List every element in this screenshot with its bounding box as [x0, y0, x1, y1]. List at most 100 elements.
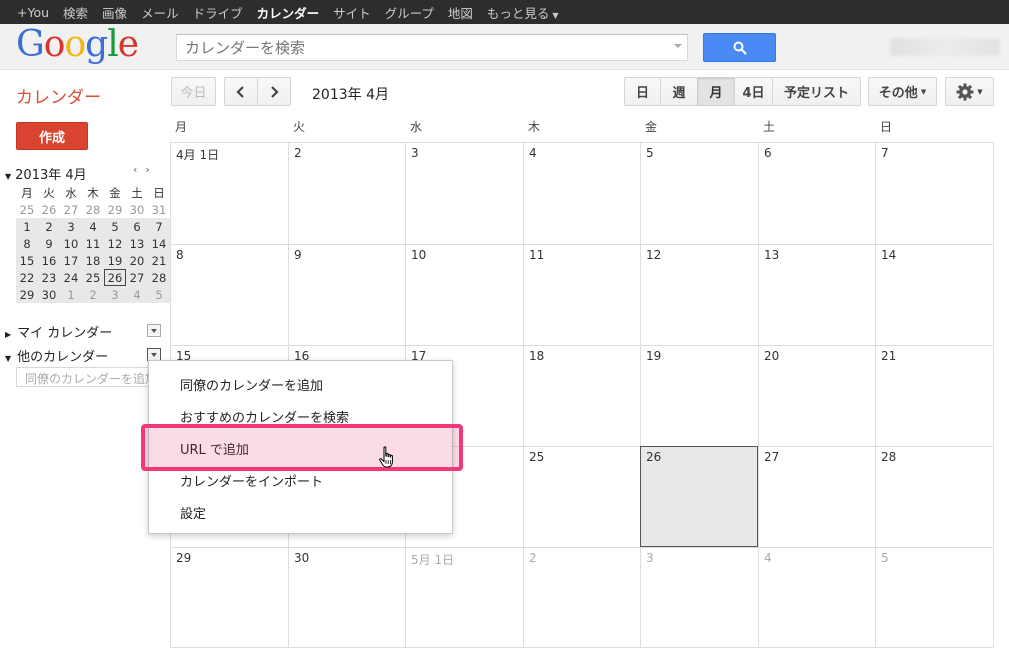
- mini-day[interactable]: 13: [126, 235, 148, 252]
- day-cell[interactable]: 10: [405, 244, 523, 345]
- view-agenda-button[interactable]: 予定リスト: [772, 77, 861, 106]
- day-cell[interactable]: 19: [640, 345, 758, 446]
- topbar-item-mail[interactable]: メール: [141, 3, 179, 22]
- topbar-item-you[interactable]: +You: [17, 5, 49, 20]
- day-cell[interactable]: 3: [640, 547, 758, 648]
- mini-day[interactable]: 21: [148, 252, 170, 269]
- day-cell[interactable]: 14: [875, 244, 994, 345]
- mini-next-icon[interactable]: ›: [145, 163, 157, 176]
- search-button[interactable]: [703, 33, 776, 62]
- my-calendars-options-button[interactable]: [147, 324, 161, 337]
- topbar-item-search[interactable]: 検索: [63, 3, 88, 22]
- day-cell[interactable]: 8: [170, 244, 288, 345]
- topbar-item-groups[interactable]: グループ: [385, 3, 434, 22]
- day-cell[interactable]: 4: [758, 547, 875, 648]
- mini-day[interactable]: 2: [38, 218, 60, 235]
- search-options-dropdown-icon[interactable]: [674, 44, 682, 48]
- day-cell[interactable]: 4: [523, 142, 640, 244]
- mini-day[interactable]: 4: [82, 218, 104, 235]
- view-week-button[interactable]: 週: [660, 77, 698, 106]
- mini-day[interactable]: 12: [104, 235, 126, 252]
- mini-day[interactable]: 30: [126, 201, 148, 218]
- next-button[interactable]: [257, 77, 291, 106]
- mini-day[interactable]: 31: [148, 201, 170, 218]
- mini-day[interactable]: 20: [126, 252, 148, 269]
- mini-day[interactable]: 6: [126, 218, 148, 235]
- day-cell[interactable]: 28: [875, 446, 994, 547]
- day-cell[interactable]: 6: [758, 142, 875, 244]
- mini-day[interactable]: 17: [60, 252, 82, 269]
- mini-day[interactable]: 5: [104, 218, 126, 235]
- mini-day[interactable]: 23: [38, 269, 60, 286]
- mini-calendar-title[interactable]: ▼ 2013年 4月: [5, 164, 87, 183]
- mini-day[interactable]: 25: [16, 201, 38, 218]
- mini-prev-icon[interactable]: ‹: [133, 163, 145, 176]
- day-cell[interactable]: 13: [758, 244, 875, 345]
- day-cell[interactable]: 7: [875, 142, 994, 244]
- other-calendars-header[interactable]: ▼ 他のカレンダー: [5, 346, 108, 365]
- account-name-blurred[interactable]: [890, 38, 1000, 56]
- day-cell[interactable]: 21: [875, 345, 994, 446]
- mini-day[interactable]: 22: [16, 269, 38, 286]
- mini-day[interactable]: 26: [38, 201, 60, 218]
- day-cell-today[interactable]: 26: [640, 446, 758, 547]
- mini-day[interactable]: 14: [148, 235, 170, 252]
- day-cell[interactable]: 30: [288, 547, 405, 648]
- mini-day[interactable]: 8: [16, 235, 38, 252]
- add-coworker-calendar-input[interactable]: 同僚のカレンダーを追加: [16, 367, 164, 387]
- topbar-item-more[interactable]: もっと見る ▼: [487, 3, 559, 22]
- day-cell[interactable]: 11: [523, 244, 640, 345]
- my-calendars-header[interactable]: ▶ マイ カレンダー: [5, 322, 112, 341]
- topbar-item-calendar[interactable]: カレンダー: [257, 3, 320, 22]
- day-cell[interactable]: 3: [405, 142, 523, 244]
- mini-day[interactable]: 24: [60, 269, 82, 286]
- view-month-button[interactable]: 月: [697, 77, 735, 106]
- day-cell[interactable]: 2: [523, 547, 640, 648]
- mini-day[interactable]: 3: [104, 286, 126, 303]
- day-cell[interactable]: 5月 1日: [405, 547, 523, 648]
- mini-day[interactable]: 1: [16, 218, 38, 235]
- day-cell[interactable]: 2: [288, 142, 405, 244]
- mini-day[interactable]: 4: [126, 286, 148, 303]
- topbar-item-images[interactable]: 画像: [102, 3, 127, 22]
- mini-day[interactable]: 7: [148, 218, 170, 235]
- mini-day[interactable]: 10: [60, 235, 82, 252]
- mini-day[interactable]: 28: [82, 201, 104, 218]
- topbar-item-drive[interactable]: ドライブ: [193, 3, 243, 22]
- mini-day[interactable]: 25: [82, 269, 104, 286]
- google-logo[interactable]: Google: [16, 24, 139, 65]
- mini-day[interactable]: 27: [60, 201, 82, 218]
- menu-item-add-coworker[interactable]: 同僚のカレンダーを追加: [180, 375, 323, 394]
- search-input[interactable]: [185, 38, 665, 57]
- create-button[interactable]: 作成: [16, 122, 88, 150]
- day-cell[interactable]: 29: [170, 547, 288, 648]
- mini-day[interactable]: 29: [104, 201, 126, 218]
- day-cell[interactable]: 5: [875, 547, 994, 648]
- mini-day[interactable]: 15: [16, 252, 38, 269]
- menu-item-import-calendar[interactable]: カレンダーをインポート: [180, 471, 323, 490]
- mini-day[interactable]: 30: [38, 286, 60, 303]
- day-cell[interactable]: 5: [640, 142, 758, 244]
- more-button[interactable]: その他 ▼: [868, 77, 937, 106]
- mini-day[interactable]: 19: [104, 252, 126, 269]
- mini-day[interactable]: 9: [38, 235, 60, 252]
- mini-day[interactable]: 2: [82, 286, 104, 303]
- day-cell[interactable]: 25: [523, 446, 640, 547]
- mini-day[interactable]: 28: [148, 269, 170, 286]
- day-cell[interactable]: 27: [758, 446, 875, 547]
- mini-day[interactable]: 27: [126, 269, 148, 286]
- day-cell[interactable]: 4月 1日: [170, 142, 288, 244]
- day-cell[interactable]: 20: [758, 345, 875, 446]
- mini-day[interactable]: 16: [38, 252, 60, 269]
- view-4days-button[interactable]: 4日: [734, 77, 773, 106]
- mini-day-today[interactable]: 26: [104, 269, 126, 286]
- mini-day[interactable]: 1: [60, 286, 82, 303]
- view-day-button[interactable]: 日: [624, 77, 661, 106]
- mini-day[interactable]: 5: [148, 286, 170, 303]
- topbar-item-sites[interactable]: サイト: [333, 3, 371, 22]
- today-button[interactable]: 今日: [171, 77, 216, 106]
- mini-day[interactable]: 18: [82, 252, 104, 269]
- settings-button[interactable]: ▼: [945, 77, 994, 106]
- mini-day[interactable]: 3: [60, 218, 82, 235]
- menu-item-settings[interactable]: 設定: [180, 503, 206, 522]
